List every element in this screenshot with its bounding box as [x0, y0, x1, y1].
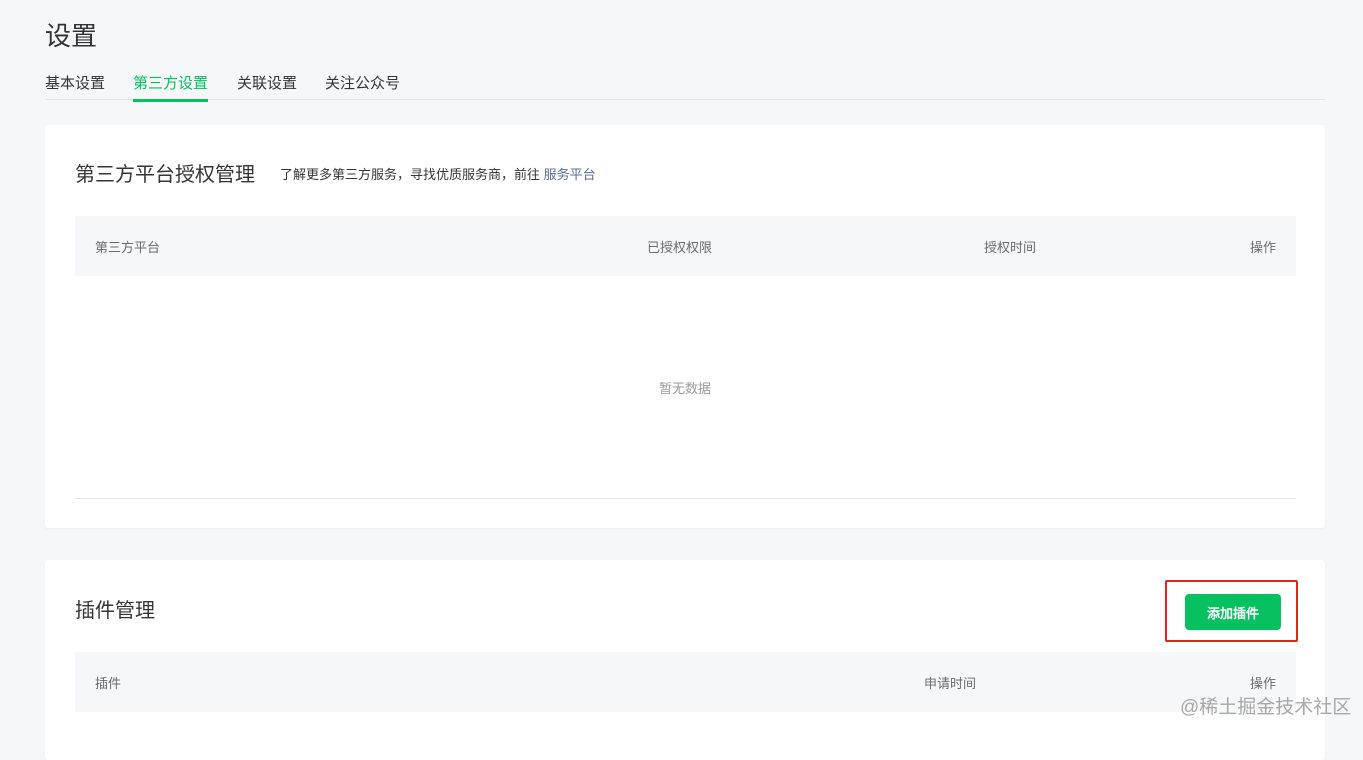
- add-plugin-button[interactable]: 添加插件: [1185, 594, 1281, 630]
- col-actions: 操作: [1249, 240, 1276, 255]
- auth-management-card: 第三方平台授权管理 了解更多第三方服务，寻找优质服务商，前往 服务平台 第三方平…: [45, 125, 1325, 528]
- plugin-table-header: 插件 申请时间 操作: [75, 652, 1296, 712]
- empty-state: 暂无数据: [658, 381, 711, 396]
- col-auth-time: 授权时间: [984, 240, 1037, 255]
- service-platform-link[interactable]: 服务平台: [544, 167, 596, 182]
- table-divider: [75, 498, 1296, 499]
- description-text: 了解更多第三方服务，寻找优质服务商，前往: [280, 167, 541, 182]
- tab-third-party-settings[interactable]: 第三方设置: [133, 72, 209, 102]
- col-permissions: 已授权权限: [647, 240, 713, 255]
- watermark: @稀土掘金技术社区: [1180, 697, 1352, 718]
- col-plugin: 插件: [95, 676, 122, 691]
- col-platform: 第三方平台: [95, 240, 161, 255]
- col-apply-time: 申请时间: [924, 676, 977, 691]
- plugin-management-card: 插件管理 添加插件 插件 申请时间 操作: [45, 560, 1325, 760]
- auth-table-header: 第三方平台 已授权权限 授权时间 操作: [75, 216, 1296, 276]
- auth-description: 了解更多第三方服务，寻找优质服务商，前往 服务平台: [280, 164, 596, 183]
- page-title: 设置: [45, 21, 98, 51]
- tab-basic-settings[interactable]: 基本设置: [45, 72, 105, 99]
- tab-bar: 基本设置 第三方设置 关联设置 关注公众号: [45, 70, 1325, 102]
- tab-follow-account[interactable]: 关注公众号: [325, 72, 400, 99]
- col-actions: 操作: [1249, 676, 1276, 691]
- plugin-section-title: 插件管理: [75, 600, 155, 622]
- auth-section-title: 第三方平台授权管理: [75, 164, 255, 186]
- tab-linked-settings[interactable]: 关联设置: [237, 72, 297, 99]
